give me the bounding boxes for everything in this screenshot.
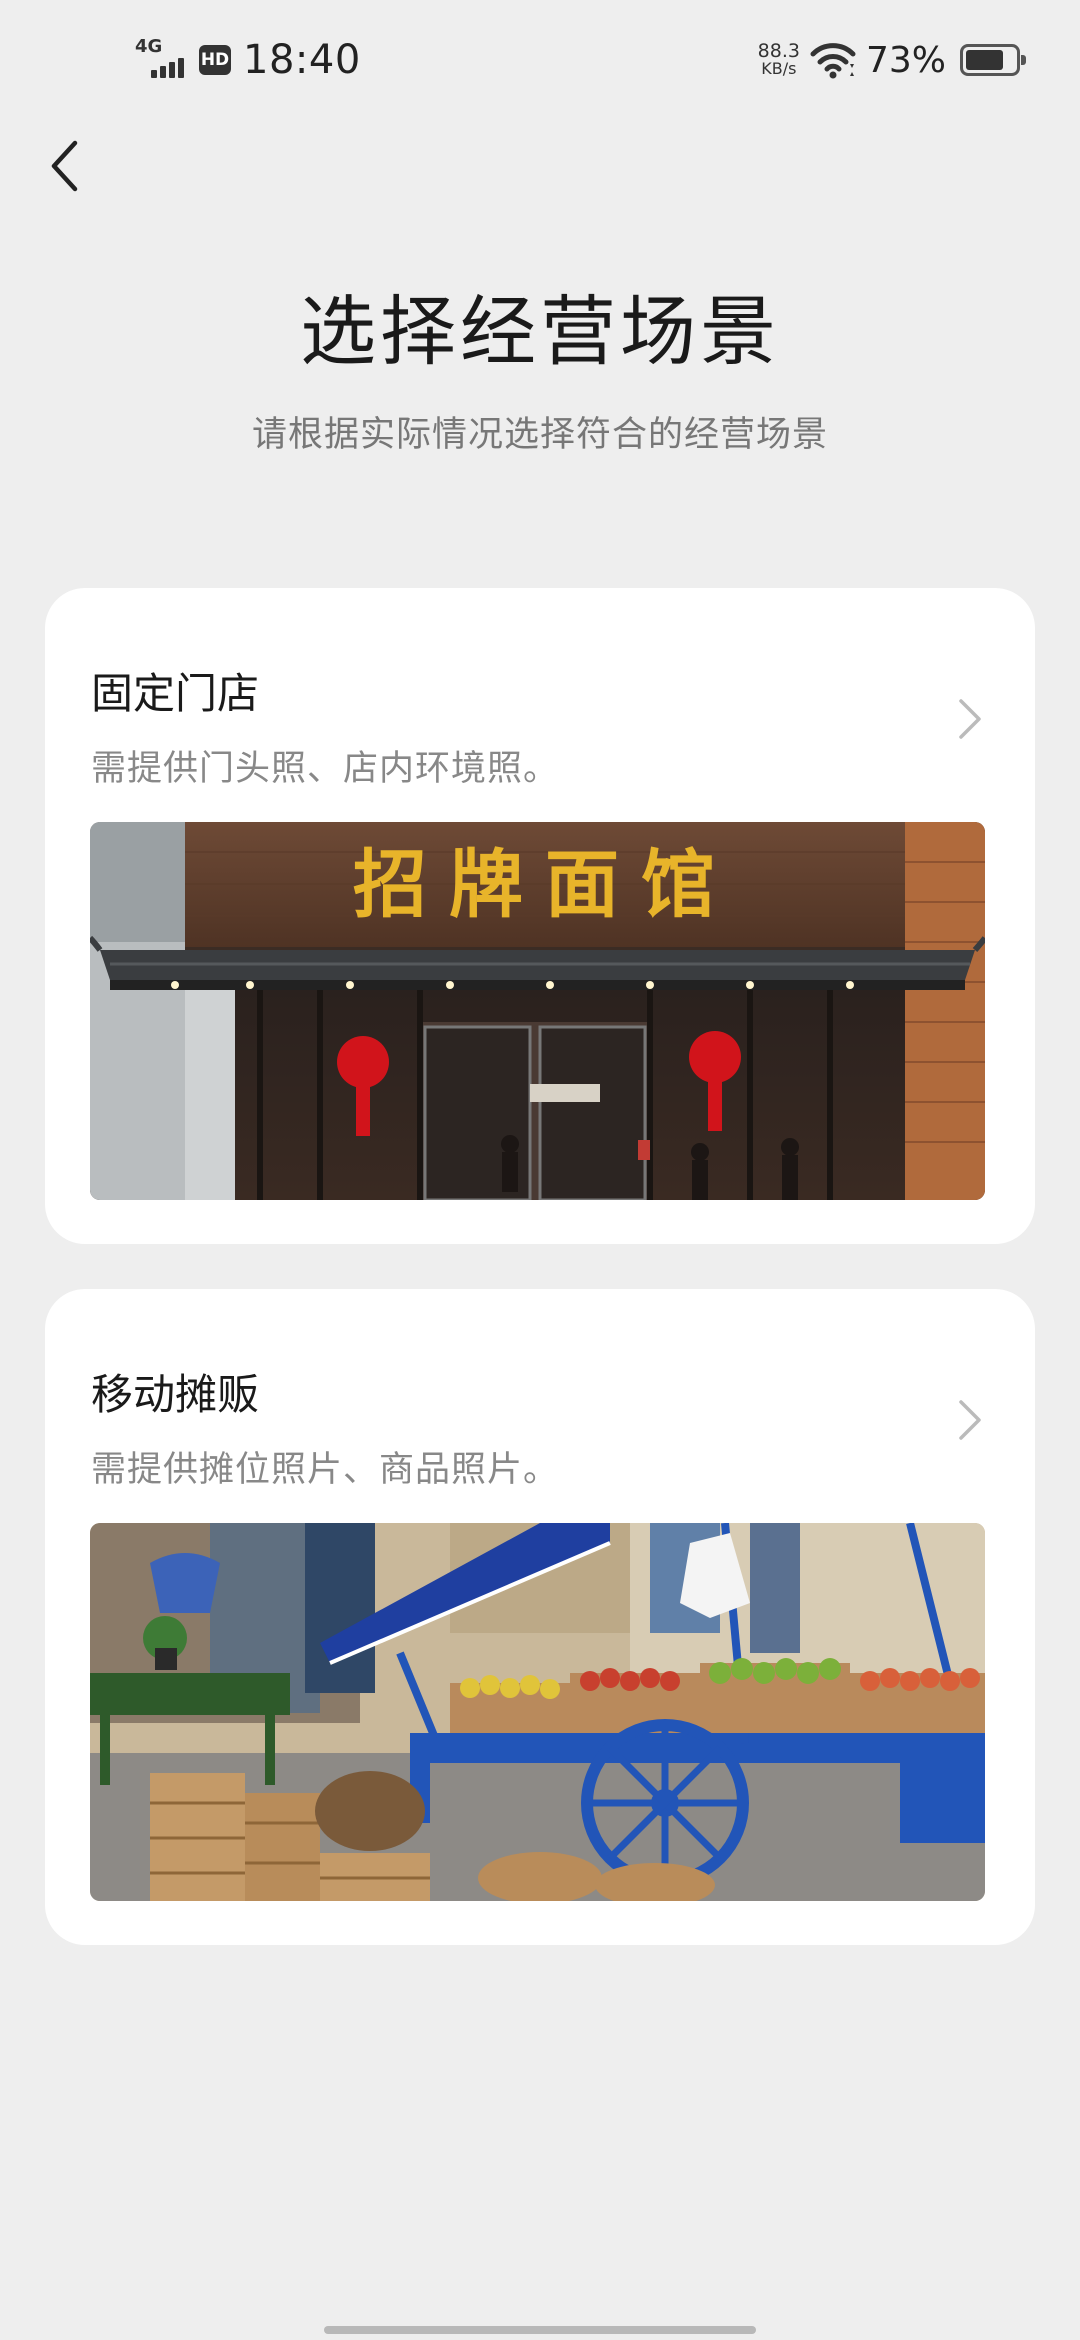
back-button[interactable] — [34, 130, 94, 202]
home-indicator[interactable] — [324, 2326, 756, 2334]
option-card-fixed-store[interactable]: 固定门店 需提供门头照、店内环境照。 招牌面馆 — [45, 588, 1035, 1244]
chevron-right-icon — [959, 699, 981, 739]
chevron-right-icon — [959, 1400, 981, 1440]
page-subtitle: 请根据实际情况选择符合的经营场景 — [251, 415, 828, 455]
chevron-left-icon — [51, 140, 78, 192]
status-time: 18:40 — [243, 37, 361, 83]
cellular-signal-icon: 4G — [135, 38, 191, 82]
option-title: 移动摊贩 — [91, 1370, 260, 1419]
market-stall-image — [90, 1523, 985, 1901]
battery-icon — [960, 44, 1026, 76]
status-bar: 4G HD 18:40 88.3 KB/s 73% — [0, 0, 1080, 120]
status-right: 88.3 KB/s 73% — [758, 34, 1026, 86]
store-sign-text: 招牌面馆 — [353, 842, 737, 928]
network-speed-value: 88.3 — [757, 40, 800, 62]
option-description: 需提供门头照、店内环境照。 — [91, 749, 560, 789]
wifi-icon — [810, 43, 856, 79]
option-description: 需提供摊位照片、商品照片。 — [91, 1450, 560, 1490]
network-type: 4G — [135, 36, 163, 57]
page-title: 选择经营场景 — [300, 287, 780, 376]
screen: 4G HD 18:40 88.3 KB/s 73% 选择经营场景 请根据实际情况… — [0, 0, 1080, 2340]
network-speed: 88.3 KB/s — [758, 42, 800, 78]
hd-icon: HD — [199, 45, 231, 75]
battery-percent: 73% — [865, 39, 946, 81]
option-card-mobile-vendor[interactable]: 移动摊贩 需提供摊位照片、商品照片。 — [45, 1289, 1035, 1945]
store-front-image: 招牌面馆 — [90, 822, 985, 1200]
option-title: 固定门店 — [91, 669, 260, 718]
status-left: 4G HD 18:40 — [135, 36, 361, 84]
network-speed-unit: KB/s — [761, 59, 797, 78]
